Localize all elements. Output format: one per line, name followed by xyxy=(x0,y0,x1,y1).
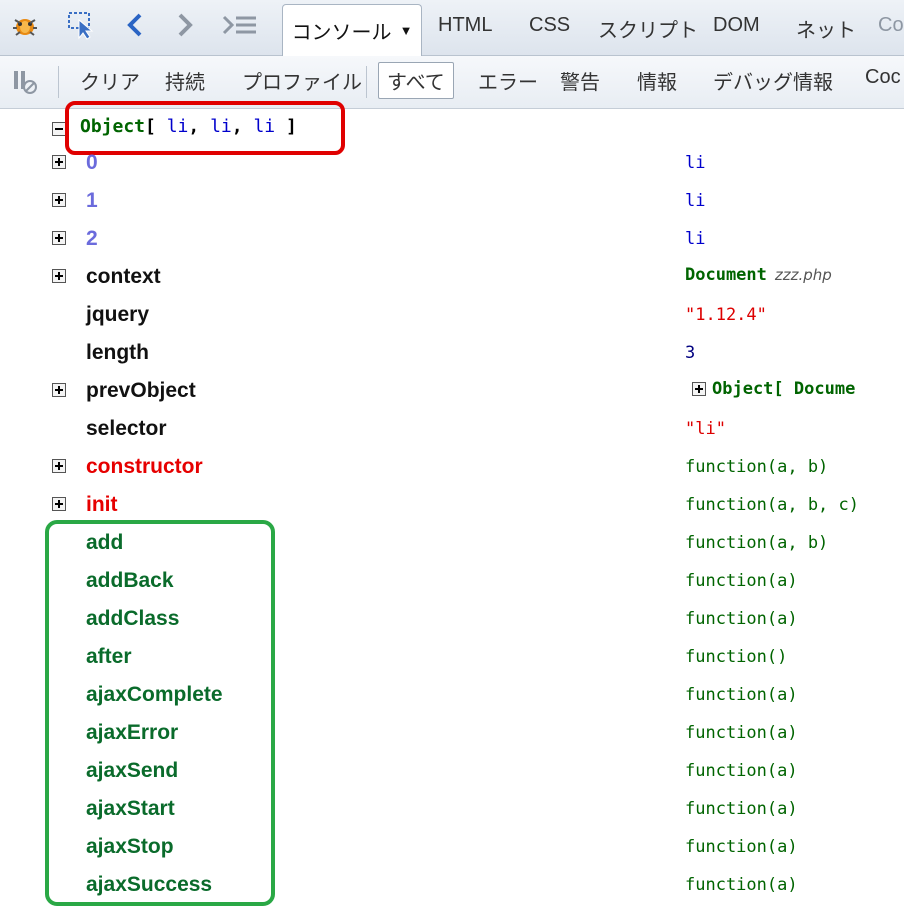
property-key: 0 xyxy=(86,151,98,174)
property-value[interactable]: function(a) xyxy=(685,875,798,895)
property-row: 1 li xyxy=(0,183,904,221)
property-value[interactable]: function(a) xyxy=(685,685,798,705)
property-value[interactable]: function(a) xyxy=(685,609,798,629)
expand-toggle-icon[interactable] xyxy=(52,459,66,473)
filter-cookies-button[interactable]: Coc xyxy=(865,66,901,89)
property-value[interactable]: function(a) xyxy=(685,723,798,743)
property-value[interactable]: li xyxy=(685,191,705,211)
property-key: 2 xyxy=(86,227,98,250)
property-value[interactable]: Object[ Docume xyxy=(692,379,855,399)
property-value: 3 xyxy=(685,343,696,363)
tab-console[interactable]: コンソール ▼ xyxy=(282,4,422,56)
tab-dom[interactable]: DOM xyxy=(713,14,760,37)
property-value[interactable]: function(a, b) xyxy=(685,533,828,553)
expand-toggle-icon[interactable] xyxy=(52,269,66,283)
object-link-target: Docume xyxy=(793,379,856,399)
property-key: jquery xyxy=(86,303,150,326)
back-arrow-icon[interactable] xyxy=(120,8,150,42)
command-line-icon[interactable] xyxy=(220,8,260,42)
property-row: 0 li xyxy=(0,145,904,183)
property-row: prevObject Object[ Docume xyxy=(0,373,904,411)
toolbar-divider xyxy=(366,66,367,98)
property-value[interactable]: li xyxy=(685,153,705,173)
tab-net[interactable]: ネット xyxy=(796,14,856,43)
property-key: selector xyxy=(86,417,167,440)
pause-break-icon[interactable] xyxy=(8,64,42,98)
property-row: constructor function(a, b) xyxy=(0,449,904,487)
property-key: context xyxy=(86,265,161,288)
property-row: jquery "1.12.4" xyxy=(0,297,904,335)
firebug-tab-bar: コンソール ▼ HTML CSS スクリプト DOM ネット Co xyxy=(0,0,904,56)
toolbar-divider xyxy=(58,66,59,98)
tab-cookies[interactable]: Co xyxy=(878,14,904,37)
filter-warnings-button[interactable]: 警告 xyxy=(560,66,600,95)
green-highlight-box xyxy=(45,520,275,906)
property-value: "1.12.4" xyxy=(685,305,767,325)
filter-errors-button[interactable]: エラー xyxy=(478,66,538,95)
property-value[interactable]: function(a) xyxy=(685,571,798,591)
persist-button[interactable]: 持続 xyxy=(165,66,205,95)
property-value: "li" xyxy=(685,419,726,439)
collapse-toggle-icon[interactable] xyxy=(52,122,66,136)
property-value[interactable]: Document zzz.php xyxy=(685,265,832,285)
filter-info-button[interactable]: 情報 xyxy=(637,66,677,95)
property-key: prevObject xyxy=(86,379,196,402)
expand-toggle-icon[interactable] xyxy=(52,231,66,245)
expand-toggle-icon[interactable] xyxy=(52,383,66,397)
property-value[interactable]: function(a, b) xyxy=(685,457,828,477)
property-row: length 3 xyxy=(0,335,904,373)
document-link[interactable]: Document xyxy=(685,265,767,285)
property-key: constructor xyxy=(86,455,203,478)
filter-all-button[interactable]: すべて xyxy=(378,62,454,99)
tab-console-label: コンソール xyxy=(291,22,392,44)
property-row: selector "li" xyxy=(0,411,904,449)
expand-toggle-icon[interactable] xyxy=(692,382,706,396)
clear-button[interactable]: クリア xyxy=(80,66,140,95)
tab-script[interactable]: スクリプト xyxy=(598,14,698,43)
property-row: context Document zzz.php xyxy=(0,259,904,297)
property-value[interactable]: function(a) xyxy=(685,799,798,819)
property-key: 1 xyxy=(86,189,98,212)
chevron-down-icon[interactable]: ▼ xyxy=(400,23,413,38)
inspect-element-icon[interactable] xyxy=(62,8,100,42)
tab-css[interactable]: CSS xyxy=(529,14,570,37)
property-key: init xyxy=(86,493,118,516)
expand-toggle-icon[interactable] xyxy=(52,497,66,511)
property-value[interactable]: function() xyxy=(685,647,787,667)
property-value[interactable]: li xyxy=(685,229,705,249)
filter-debug-info-button[interactable]: デバッグ情報 xyxy=(713,66,833,95)
property-value[interactable]: function(a) xyxy=(685,761,798,781)
forward-arrow-icon[interactable] xyxy=(170,8,200,42)
tab-html[interactable]: HTML xyxy=(438,14,492,37)
file-name: zzz.php xyxy=(774,266,832,284)
property-key: length xyxy=(86,341,149,364)
property-value[interactable]: function(a, b, c) xyxy=(685,495,859,515)
expand-toggle-icon[interactable] xyxy=(52,155,66,169)
object-link[interactable]: Object[ xyxy=(712,379,784,399)
firebug-bug-icon[interactable] xyxy=(8,8,42,42)
expand-toggle-icon[interactable] xyxy=(52,193,66,207)
profile-button[interactable]: プロファイル xyxy=(242,66,362,95)
property-value[interactable]: function(a) xyxy=(685,837,798,857)
property-row: 2 li xyxy=(0,221,904,259)
